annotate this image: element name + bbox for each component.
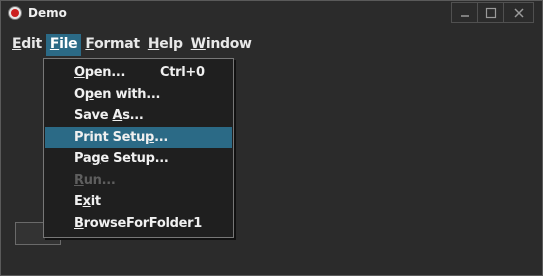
minimize-icon xyxy=(460,14,469,17)
menu-mnemonic: F xyxy=(85,36,95,52)
menu-format[interactable]: Format xyxy=(81,34,143,56)
menu-item-browse-for-folder[interactable]: BrowseForFolder1 xyxy=(44,213,233,235)
menu-edit[interactable]: Edit xyxy=(8,34,46,56)
maximize-icon xyxy=(485,7,496,18)
app-window: Demo Edit File Format Help Window Open..… xyxy=(0,0,543,276)
window-title: Demo xyxy=(28,6,67,20)
minimize-button[interactable] xyxy=(451,2,478,23)
menu-item-exit[interactable]: Exit xyxy=(44,191,233,213)
app-logo-icon xyxy=(8,6,22,20)
menu-label: ile xyxy=(59,36,78,52)
menu-item-mnemonic: p xyxy=(84,86,94,102)
window-controls xyxy=(451,2,534,23)
menu-item-label: ... xyxy=(154,129,168,145)
menu-item-label: E xyxy=(74,194,83,209)
menu-window[interactable]: Window xyxy=(187,34,256,56)
menu-mnemonic: F xyxy=(49,36,60,52)
menu-item-label: Save xyxy=(74,108,113,123)
title-bar[interactable]: Demo xyxy=(1,1,542,26)
menu-item-label: un... xyxy=(83,172,116,188)
close-icon xyxy=(513,7,524,18)
close-button[interactable] xyxy=(503,2,534,23)
menu-label: dit xyxy=(21,36,42,52)
menu-item-label: it xyxy=(90,194,101,209)
menu-item-page-setup[interactable]: Page Setup... xyxy=(44,148,233,170)
menu-item-mnemonic: p xyxy=(145,129,155,145)
menu-mnemonic: W xyxy=(190,36,206,52)
menu-item-label: s... xyxy=(122,108,144,123)
menu-item-mnemonic: A xyxy=(112,108,123,123)
menu-item-accelerator: Ctrl+0 xyxy=(160,65,205,80)
menu-item-label: en with... xyxy=(93,86,161,102)
menu-mnemonic: H xyxy=(147,36,160,52)
menu-item-label: Pa xyxy=(74,151,92,166)
menu-item-label: Print Setu xyxy=(74,129,146,145)
menu-help[interactable]: Help xyxy=(144,34,187,56)
menu-item-label: pen... xyxy=(84,65,126,80)
menu-item-mnemonic: B xyxy=(74,215,84,231)
file-menu-dropdown: Open... Ctrl+0 Open with... Save As... Pr… xyxy=(43,58,234,238)
menu-label: ormat xyxy=(94,36,140,52)
menu-item-label: rowseForFolder1 xyxy=(83,215,203,231)
menu-label: indow xyxy=(205,36,252,52)
menu-item-mnemonic: O xyxy=(74,65,85,80)
menu-item-open[interactable]: Open... Ctrl+0 xyxy=(44,62,233,84)
maximize-button[interactable] xyxy=(477,2,504,23)
menu-mnemonic: E xyxy=(12,36,22,52)
menu-item-open-with[interactable]: Open with... xyxy=(44,84,233,106)
menu-item-label: e Setup... xyxy=(100,151,169,166)
menu-label: elp xyxy=(159,36,183,52)
menu-item-run: Run... xyxy=(44,170,233,192)
menu-item-mnemonic: R xyxy=(74,172,84,188)
menu-item-label: O xyxy=(74,86,85,102)
menu-bar: Edit File Format Help Window xyxy=(8,34,256,56)
menu-file[interactable]: File xyxy=(45,34,82,56)
menu-item-save-as[interactable]: Save As... xyxy=(44,105,233,127)
menu-item-print-setup[interactable]: Print Setup... xyxy=(45,126,232,148)
menu-item-mnemonic: x xyxy=(82,194,91,209)
